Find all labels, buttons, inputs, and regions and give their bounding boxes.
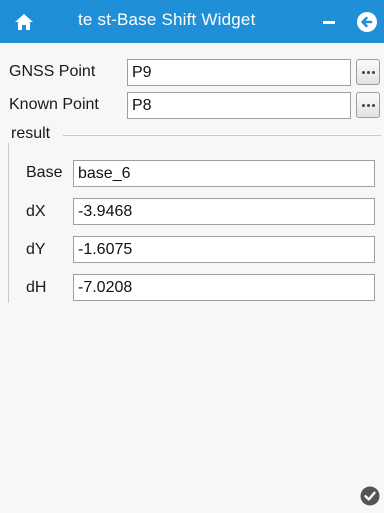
dy-label: dY: [26, 241, 46, 258]
more-icon: [361, 103, 365, 107]
minimize-icon[interactable]: [323, 21, 335, 24]
known-point-input[interactable]: [127, 92, 351, 119]
result-group-title: result: [11, 125, 51, 142]
dh-input[interactable]: [73, 274, 375, 301]
gnss-point-input[interactable]: [127, 59, 351, 86]
known-point-browse-button[interactable]: [356, 92, 380, 118]
dh-label: dH: [26, 279, 47, 296]
window-title: te st-Base Shift Widget: [78, 10, 256, 29]
base-label: Base: [26, 164, 63, 181]
dx-label: dX: [26, 203, 46, 220]
base-input[interactable]: [73, 160, 375, 187]
title-bar: te st-Base Shift Widget: [0, 0, 384, 43]
known-point-label: Known Point: [9, 96, 99, 113]
gnss-point-browse-button[interactable]: [356, 59, 380, 85]
home-icon[interactable]: [14, 12, 34, 32]
group-border-left: [8, 143, 9, 303]
back-arrow-icon[interactable]: [356, 11, 378, 33]
dx-input[interactable]: [73, 198, 375, 225]
checkmark-icon[interactable]: [360, 486, 380, 506]
group-border-top: [63, 135, 381, 136]
more-icon: [361, 70, 365, 74]
gnss-point-label: GNSS Point: [9, 63, 96, 80]
dy-input[interactable]: [73, 236, 375, 263]
